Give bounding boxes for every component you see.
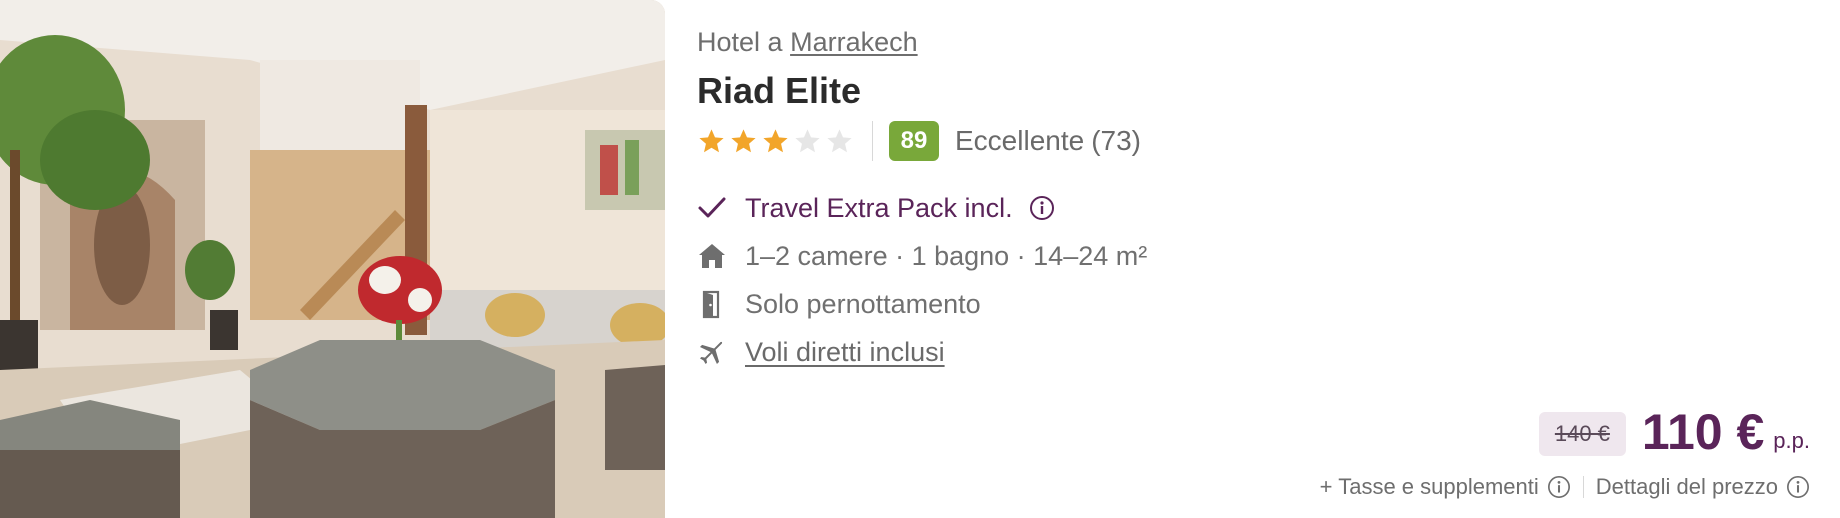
direct-flights-link[interactable]: Voli diretti inclusi bbox=[745, 337, 945, 368]
star-icon bbox=[763, 128, 788, 152]
hotel-location: Hotel a Marrakech bbox=[697, 27, 918, 58]
board-type-label: Solo pernottamento bbox=[745, 288, 981, 319]
old-price: 140 € bbox=[1538, 412, 1626, 456]
price-footer: + Tasse e supplementi Dettagli del prezz… bbox=[1320, 474, 1810, 500]
plane-icon bbox=[699, 341, 723, 365]
price-block: 140 € 110 € p.p. bbox=[1538, 404, 1810, 460]
travel-extra-pack: Travel Extra Pack incl. bbox=[697, 188, 1055, 228]
info-icon[interactable] bbox=[1547, 475, 1571, 499]
star-empty-icon bbox=[795, 128, 820, 152]
current-price: 110 € bbox=[1641, 404, 1765, 460]
flights-info: Voli diretti inclusi bbox=[697, 332, 945, 372]
hotel-photo[interactable] bbox=[0, 0, 665, 518]
info-icon[interactable] bbox=[1786, 475, 1810, 499]
door-icon bbox=[702, 290, 720, 319]
footer-divider bbox=[1582, 476, 1584, 498]
location-prefix: Hotel a bbox=[697, 27, 783, 57]
rating-divider bbox=[872, 121, 873, 161]
home-icon bbox=[699, 244, 725, 268]
check-icon bbox=[698, 197, 726, 218]
per-person-label: p.p. bbox=[1773, 428, 1810, 453]
star-icon bbox=[699, 128, 724, 152]
hotel-info: Hotel a Marrakech Riad Elite 89 Eccellen… bbox=[697, 0, 1840, 518]
review-score-label: Eccellente bbox=[955, 125, 1085, 156]
board-type: Solo pernottamento bbox=[697, 284, 981, 324]
hotel-name[interactable]: Riad Elite bbox=[697, 70, 861, 112]
room-info-label: 1–2 camere · 1 bagno · 14–24 m² bbox=[745, 240, 1148, 271]
review-score-badge: 89 bbox=[889, 121, 939, 161]
star-empty-icon bbox=[827, 128, 852, 152]
star-icon bbox=[731, 128, 756, 152]
room-info: 1–2 camere · 1 bagno · 14–24 m² bbox=[697, 236, 1147, 276]
rating-row: 89 Eccellente (73) bbox=[697, 118, 1141, 164]
location-link[interactable]: Marrakech bbox=[790, 27, 918, 57]
taxes-link[interactable]: + Tasse e supplementi bbox=[1320, 474, 1539, 500]
info-icon[interactable] bbox=[1029, 195, 1055, 221]
star-rating bbox=[697, 127, 854, 156]
price-details-link[interactable]: Dettagli del prezzo bbox=[1596, 474, 1778, 500]
review-count: (73) bbox=[1091, 125, 1141, 156]
travel-extra-pack-label: Travel Extra Pack incl. bbox=[745, 192, 1013, 223]
hotel-card[interactable]: Hotel a Marrakech Riad Elite 89 Eccellen… bbox=[0, 0, 1840, 518]
